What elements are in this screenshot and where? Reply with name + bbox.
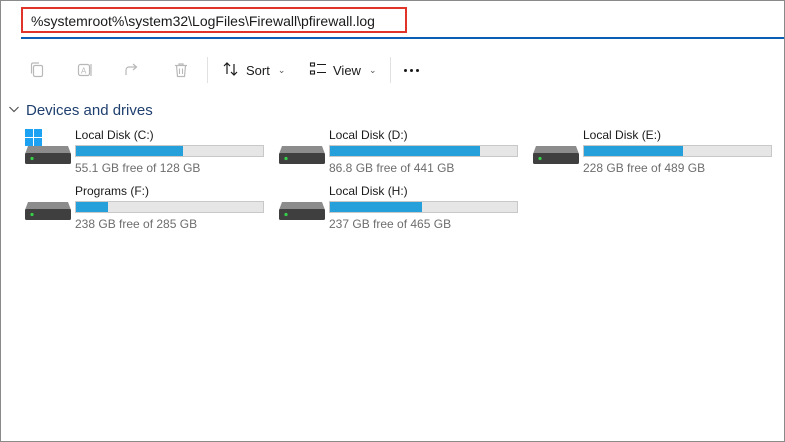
drive-free-space: 55.1 GB free of 128 GB — [75, 161, 201, 175]
copy-icon[interactable] — [26, 59, 48, 81]
drive-free-space: 237 GB free of 465 GB — [329, 217, 452, 231]
drive-free-space: 228 GB free of 489 GB — [583, 161, 706, 175]
drive-name: Programs (F:) — [75, 184, 150, 198]
drive-name: Local Disk (H:) — [329, 184, 408, 198]
command-bar: A Sort ⌄ View ⌄ — [0, 52, 785, 88]
toolbar-separator — [390, 57, 391, 83]
address-bar-area — [0, 0, 785, 44]
address-bar-focus-line — [21, 37, 784, 39]
svg-text:A: A — [81, 67, 87, 76]
chevron-down-icon — [8, 101, 20, 119]
more-icon[interactable] — [404, 57, 422, 83]
drive-tile-d[interactable]: Local Disk (D:) 86.8 GB free of 441 GB — [275, 128, 525, 176]
hard-drive-icon — [279, 202, 325, 220]
sort-button[interactable]: Sort ⌄ — [222, 57, 285, 83]
drive-name: Local Disk (E:) — [583, 128, 662, 142]
sort-icon — [222, 61, 240, 80]
drive-usage-fill — [330, 202, 422, 212]
address-bar-input[interactable] — [31, 12, 401, 30]
devices-section-header[interactable]: Devices and drives — [8, 101, 153, 119]
drive-usage-bar — [75, 201, 264, 213]
drive-usage-fill — [330, 146, 480, 156]
drive-tile-h[interactable]: Local Disk (H:) 237 GB free of 465 GB — [275, 184, 525, 232]
hard-drive-icon — [25, 146, 71, 164]
drive-usage-fill — [584, 146, 684, 156]
delete-icon[interactable] — [170, 59, 192, 81]
view-label: View — [333, 62, 361, 78]
rename-icon[interactable]: A — [74, 59, 96, 81]
drive-usage-fill — [76, 202, 108, 212]
hard-drive-icon — [279, 146, 325, 164]
drive-usage-bar — [75, 145, 264, 157]
hard-drive-icon — [25, 202, 71, 220]
drive-name: Local Disk (D:) — [329, 128, 408, 142]
drive-free-space: 86.8 GB free of 441 GB — [329, 161, 455, 175]
sort-label: Sort — [246, 62, 270, 78]
section-title: Devices and drives — [26, 101, 153, 119]
share-icon[interactable] — [121, 59, 143, 81]
drive-tile-c[interactable]: Local Disk (C:) 55.1 GB free of 128 GB — [21, 128, 271, 176]
drive-free-space: 238 GB free of 285 GB — [75, 217, 198, 231]
drive-tile-e[interactable]: Local Disk (E:) 228 GB free of 489 GB — [529, 128, 779, 176]
address-bar-highlight — [21, 7, 407, 33]
drive-tile-f[interactable]: Programs (F:) 238 GB free of 285 GB — [21, 184, 271, 232]
hard-drive-icon — [533, 146, 579, 164]
drive-name: Local Disk (C:) — [75, 128, 154, 142]
drive-usage-bar — [329, 145, 518, 157]
view-icon — [309, 61, 327, 80]
view-button[interactable]: View ⌄ — [309, 57, 377, 83]
toolbar-separator — [207, 57, 208, 83]
drive-usage-bar — [583, 145, 772, 157]
chevron-down-icon: ⌄ — [277, 64, 286, 75]
chevron-down-icon: ⌄ — [368, 64, 377, 75]
drive-usage-bar — [329, 201, 518, 213]
drive-usage-fill — [76, 146, 183, 156]
